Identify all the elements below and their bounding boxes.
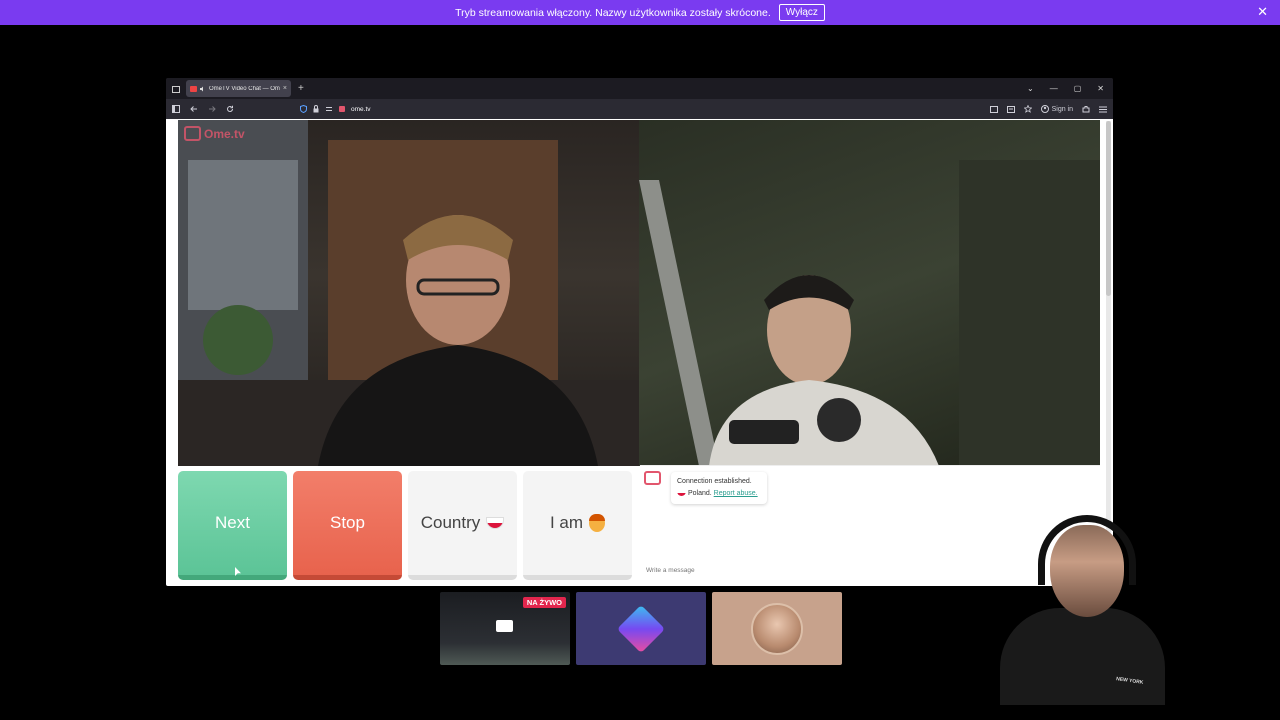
boy-face-icon	[589, 514, 606, 532]
preview-thumbnails: NA ŻYWO	[440, 592, 842, 665]
extensions-icon[interactable]	[1082, 105, 1090, 113]
system-message: Connection established. Poland. Report a…	[671, 472, 767, 504]
camera-permission-icon[interactable]	[989, 105, 998, 113]
country-label: Country	[420, 513, 481, 532]
screen: Tryb streamowania włączony. Nazwy użytko…	[0, 0, 1280, 720]
headphones-icon	[1038, 515, 1136, 585]
ometv-page: Ome.tv Next Stop Country I am Connection…	[166, 119, 1113, 586]
reload-icon[interactable]	[226, 105, 234, 113]
nav-toolbar: ome.tv Sign in	[166, 99, 1113, 119]
stranger-country-line: Poland. Report abuse.	[677, 488, 761, 500]
window-controls: ⌄ — ▢ ✕	[1027, 84, 1113, 93]
speaker-icon[interactable]	[200, 86, 206, 92]
permissions-icon[interactable]	[325, 105, 333, 113]
streamer-body	[1000, 608, 1165, 705]
browser-window: OmeTV Video Chat — Ome × + ⌄ — ▢ ✕ ome.t…	[166, 78, 1113, 586]
disable-streaming-button[interactable]: Wyłącz	[778, 4, 825, 21]
stranger-video: Ome.tv	[178, 120, 639, 466]
gem-logo-icon	[616, 604, 666, 653]
i-am-button[interactable]: I am	[523, 471, 632, 580]
list-all-tabs-icon[interactable]: ⌄	[1027, 84, 1034, 93]
i-am-label: I am	[549, 513, 584, 532]
tracking-shield-icon[interactable]	[300, 105, 307, 113]
tab-strip: OmeTV Video Chat — Ome × + ⌄ — ▢ ✕	[166, 78, 1113, 99]
tab-title: OmeTV Video Chat — Ome	[209, 85, 280, 92]
control-buttons: Next Stop Country I am	[178, 471, 632, 580]
forward-arrow-icon[interactable]	[208, 105, 216, 113]
poland-flag-icon	[486, 517, 505, 529]
url-text[interactable]: ome.tv	[351, 106, 371, 113]
close-banner-icon[interactable]: ✕	[1257, 5, 1268, 19]
site-favicon-icon	[339, 106, 345, 112]
ometv-chat-icon	[644, 471, 661, 485]
toolbar-right: Sign in	[989, 105, 1107, 113]
stop-button[interactable]: Stop	[293, 471, 402, 580]
next-button[interactable]: Next	[178, 471, 287, 580]
video-area: Ome.tv	[178, 120, 1100, 466]
bookmark-star-icon[interactable]	[1023, 105, 1032, 113]
screen-share-icon	[496, 620, 513, 632]
self-video-scene	[639, 160, 1100, 466]
minimize-button[interactable]: —	[1050, 84, 1058, 93]
ometv-logo-text: Ome.tv	[204, 126, 245, 141]
restore-button[interactable]: ▢	[1074, 84, 1082, 93]
new-tab-button[interactable]: +	[298, 83, 304, 94]
tab-ometv[interactable]: OmeTV Video Chat — Ome ×	[186, 80, 291, 97]
gem-preview[interactable]	[576, 592, 706, 665]
ometv-logo: Ome.tv	[184, 126, 245, 141]
banner-message: Tryb streamowania włączony. Nazwy użytko…	[455, 6, 771, 19]
close-window-button[interactable]: ✕	[1097, 84, 1104, 93]
self-video	[639, 120, 1100, 466]
ometv-logo-icon	[184, 126, 201, 141]
country-button[interactable]: Country	[408, 471, 517, 580]
chat-message-input[interactable]	[646, 567, 946, 574]
streaming-mode-banner: Tryb streamowania włączony. Nazwy użytko…	[0, 0, 1280, 25]
sidebar-icon[interactable]	[172, 105, 180, 113]
connection-status: Connection established.	[677, 478, 752, 485]
live-stream-preview[interactable]: NA ŻYWO	[440, 592, 570, 665]
poland-flag-icon-small	[677, 490, 686, 497]
report-abuse-link[interactable]: Report abuse.	[714, 490, 758, 497]
scrollbar-thumb[interactable]	[1106, 121, 1111, 296]
sign-in-button[interactable]: Sign in	[1040, 105, 1073, 113]
live-badge: NA ŻYWO	[522, 597, 566, 608]
avatar-preview[interactable]	[712, 592, 842, 665]
streamer-webcam: NEW YORK	[990, 500, 1165, 705]
ometv-favicon-icon	[190, 85, 197, 92]
stranger-country: Poland.	[687, 490, 712, 497]
back-arrow-icon[interactable]	[190, 105, 198, 113]
lock-icon[interactable]	[313, 105, 319, 113]
sign-in-label: Sign in	[1051, 105, 1073, 113]
menu-hamburger-icon[interactable]	[1099, 106, 1107, 113]
account-icon	[1040, 105, 1049, 113]
close-tab-icon[interactable]: ×	[283, 85, 287, 92]
profile-avatar	[751, 602, 803, 655]
tab-list-icon[interactable]	[172, 85, 180, 93]
stranger-video-scene	[178, 120, 639, 466]
address-bar[interactable]: ome.tv	[300, 105, 371, 113]
reader-view-icon[interactable]	[1006, 105, 1015, 113]
